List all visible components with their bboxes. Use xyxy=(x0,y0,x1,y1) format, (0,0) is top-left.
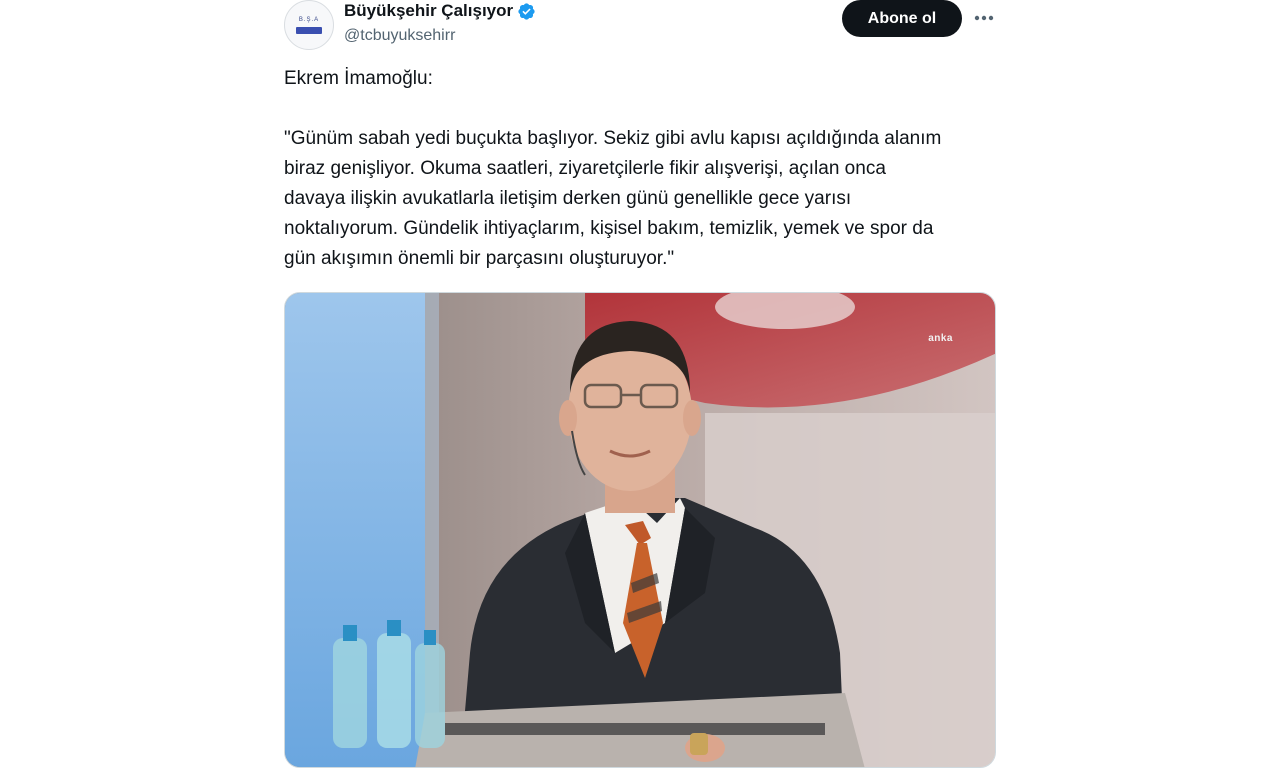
follow-button[interactable]: Abone ol xyxy=(842,0,962,37)
verified-badge-icon[interactable] xyxy=(517,2,536,21)
photo-watermark: anka xyxy=(928,333,953,344)
tweet-intro: Ekrem İmamoğlu: xyxy=(284,68,433,89)
account-handle[interactable]: @tcbuyuksehirr xyxy=(344,24,536,48)
tweet-card: B.Ş.A Büyükşehir Çalışıyor @tcbuyuksehir… xyxy=(270,0,1010,768)
photo-scene xyxy=(285,293,995,767)
avatar-logo-text: B.Ş.A xyxy=(298,17,320,23)
tweet-photo[interactable]: anka xyxy=(284,292,996,768)
tweet-quote: "Günüm sabah yedi buçukta başlıyor. Seki… xyxy=(284,128,942,269)
organization-logo-icon xyxy=(296,27,322,34)
account-avatar[interactable]: B.Ş.A xyxy=(284,0,334,50)
account-name-row[interactable]: Büyükşehir Çalışıyor xyxy=(344,0,536,22)
display-name[interactable]: Büyükşehir Çalışıyor xyxy=(344,0,513,22)
more-horizontal-icon[interactable] xyxy=(972,8,996,28)
tweet-body: Ekrem İmamoğlu: "Günüm sabah yedi buçukt… xyxy=(284,64,1004,274)
account-header: Büyükşehir Çalışıyor @tcbuyuksehirr xyxy=(344,0,536,48)
